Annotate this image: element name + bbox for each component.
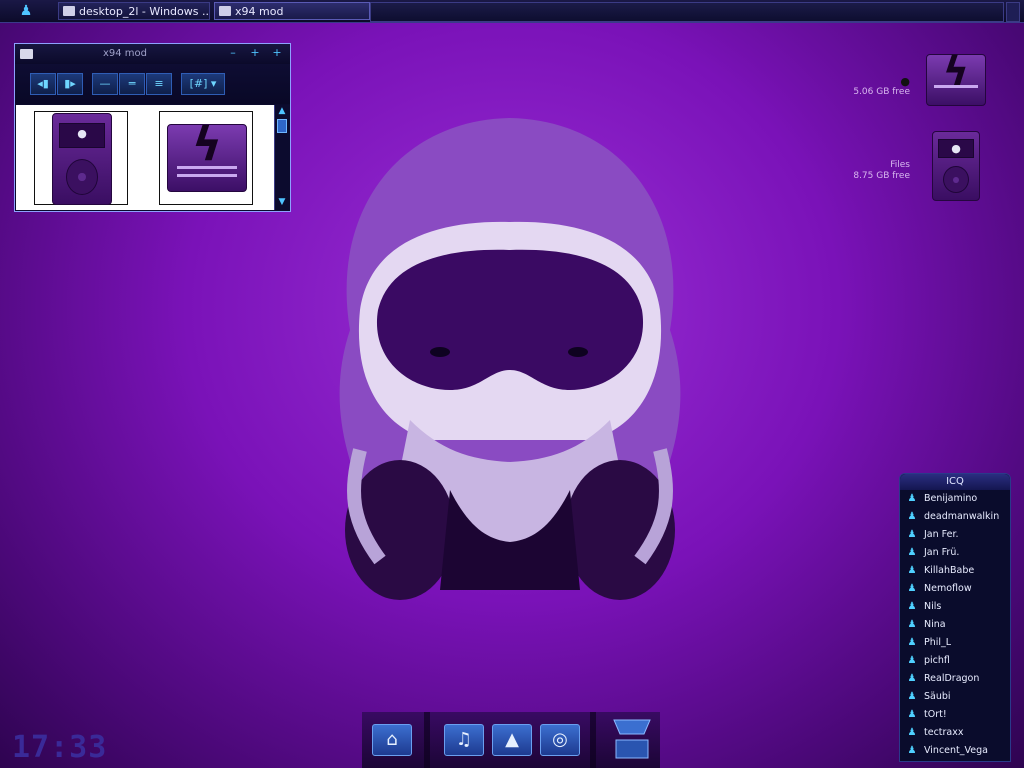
wallpaper-gasmask-art: [339, 118, 681, 600]
user-icon: ♟: [907, 691, 917, 702]
forward-button[interactable]: ▮▸: [57, 73, 83, 95]
user-icon: ♟: [907, 619, 917, 630]
icq-contact[interactable]: ♟ KillahBabe: [900, 562, 1010, 580]
user-icon: ♟: [907, 745, 917, 756]
icq-contact[interactable]: ♟ RealDragon: [900, 670, 1010, 688]
desktop-drive-system[interactable]: ϟ: [926, 52, 986, 106]
maximize-button[interactable]: +: [249, 47, 261, 59]
close-button[interactable]: +: [271, 47, 283, 59]
user-icon: ♟: [907, 673, 917, 684]
start-icon[interactable]: ♟: [18, 3, 34, 19]
window-title: x94 mod: [102, 48, 148, 59]
apple-icon: ●: [900, 75, 910, 88]
drive-label-files: Files 8.75 GB free: [853, 160, 910, 181]
icq-contact[interactable]: ♟ Vincent_Vega: [900, 742, 1010, 760]
icq-contact[interactable]: ♟ tectraxx: [900, 724, 1010, 742]
icq-contact[interactable]: ♟ Benijamino: [900, 490, 1010, 508]
quicktime-icon[interactable]: ◎: [540, 724, 580, 756]
icq-contact[interactable]: ♟ Phil_L: [900, 634, 1010, 652]
trash-icon[interactable]: [610, 716, 654, 762]
icq-title: ICQ: [900, 474, 1010, 490]
window-content: ● ϟ: [16, 105, 274, 210]
user-icon: ♟: [907, 583, 917, 594]
window-icon: [63, 6, 75, 16]
scroll-up-icon[interactable]: ▲: [277, 106, 287, 116]
user-icon: ♟: [907, 637, 917, 648]
user-icon: ♟: [907, 709, 917, 720]
icq-panel: ICQ ♟ Benijamino ♟ deadmanwalkin ♟ Jan Fer.…: [899, 473, 1011, 762]
icq-contact[interactable]: ♟ pichfl: [900, 652, 1010, 670]
home-icon[interactable]: ⌂: [372, 724, 412, 756]
icq-contact[interactable]: ♟ Säubi: [900, 688, 1010, 706]
explorer-window: x94 mod – + + ◂▮ ▮▸ — ═ ≡ [#] ▾ ● ϟ ▲ ▼: [14, 43, 291, 212]
user-icon: ♟: [907, 547, 917, 558]
view-menu-button[interactable]: [#] ▾: [181, 73, 225, 95]
icq-contact[interactable]: ♟ Jan Frü.: [900, 544, 1010, 562]
view-list-button[interactable]: —: [92, 73, 118, 95]
taskbar: ♟ desktop_2l - Windows ... x94 mod: [0, 0, 1024, 23]
user-icon: ♟: [907, 601, 917, 612]
drive-icon: ϟ: [167, 121, 247, 192]
minimize-button[interactable]: –: [227, 47, 239, 59]
file-item-ipod[interactable]: ●: [34, 111, 128, 205]
user-icon: ♟: [907, 727, 917, 738]
icq-contact[interactable]: ♟ deadmanwalkin: [900, 508, 1010, 526]
desktop-drive-files[interactable]: ●: [932, 131, 980, 201]
icq-contact[interactable]: ♟ Nemoflow: [900, 580, 1010, 598]
window-titlebar[interactable]: x94 mod – + +: [15, 44, 290, 64]
window-toolbar: ◂▮ ▮▸ — ═ ≡ [#] ▾: [15, 64, 290, 104]
scroll-thumb[interactable]: [277, 119, 287, 133]
back-button[interactable]: ◂▮: [30, 73, 56, 95]
file-item-drive[interactable]: ϟ: [159, 111, 253, 205]
folder-icon: [219, 6, 231, 16]
user-icon: ♟: [907, 511, 917, 522]
pictures-folder-icon[interactable]: ▲: [492, 724, 532, 756]
taskbar-item-desktop[interactable]: desktop_2l - Windows ...: [58, 2, 210, 20]
taskbar-tray-end[interactable]: [1006, 2, 1020, 22]
user-icon: ♟: [907, 565, 917, 576]
scroll-down-icon[interactable]: ▼: [277, 197, 287, 207]
desktop-clock: 17:33: [12, 730, 108, 765]
user-icon: ♟: [907, 493, 917, 504]
view-icons-button[interactable]: ≡: [146, 73, 172, 95]
taskbar-tray: [370, 2, 1004, 22]
ipod-icon: ●: [52, 113, 112, 205]
icq-contact[interactable]: ♟ Jan Fer.: [900, 526, 1010, 544]
drive-label-system: ● 5.06 GB free: [830, 76, 910, 98]
icq-contact[interactable]: ♟ Nina: [900, 616, 1010, 634]
icq-contact[interactable]: ♟ Nils: [900, 598, 1010, 616]
dock: ⌂ ♫ ▲ ◎: [362, 712, 660, 768]
view-details-button[interactable]: ═: [119, 73, 145, 95]
vertical-scrollbar[interactable]: ▲ ▼: [274, 105, 290, 210]
music-folder-icon[interactable]: ♫: [444, 724, 484, 756]
user-icon: ♟: [907, 529, 917, 540]
user-icon: ♟: [907, 655, 917, 666]
icq-contact[interactable]: ♟ tOrt!: [900, 706, 1010, 724]
taskbar-item-x94[interactable]: x94 mod: [214, 2, 370, 20]
